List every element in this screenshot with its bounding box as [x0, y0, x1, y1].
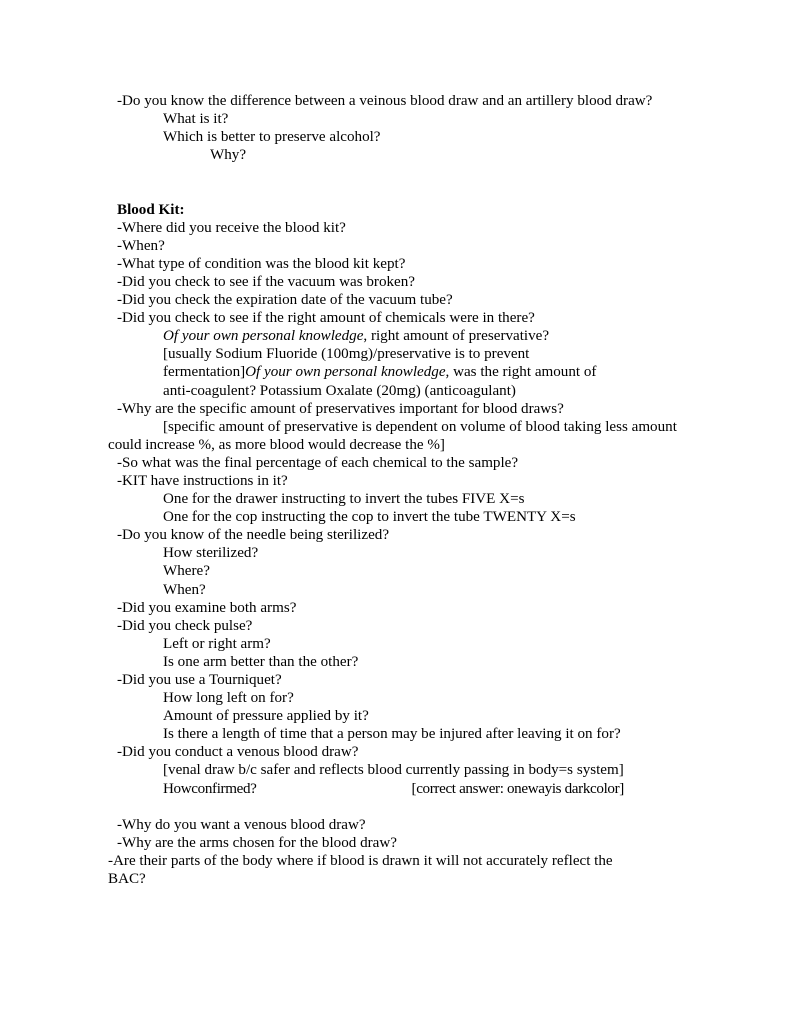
- question-sub-line: How sterilized?: [163, 545, 259, 562]
- roman-phrase: fermentation]: [163, 364, 246, 381]
- question-line: -So what was the final percentage of eac…: [117, 454, 519, 471]
- section-heading-text: Blood Kit:: [117, 201, 185, 218]
- question-line: -Did you conduct a venous blood draw?: [117, 744, 359, 761]
- question-line: -Did you use a Tourniquet?: [117, 672, 282, 688]
- document-page: -Do you know the difference between a ve…: [0, 0, 791, 1024]
- question-line: -What type of condition was the blood ki…: [117, 255, 406, 272]
- question-line: -Why do you want a venous blood draw?: [117, 816, 366, 833]
- bracketed-note: [venal draw b/c safer and reflects blood…: [163, 762, 624, 779]
- bracketed-note: [specific amount of preservative is depe…: [108, 418, 681, 453]
- document-text-body: -Do you know the difference between a ve…: [108, 92, 678, 888]
- chemicals-note-line: anti-coagulent? Potassium Oxalate (20mg)…: [163, 382, 516, 399]
- question-sub-line: Is one arm better than the other?: [163, 653, 359, 670]
- question-line: -Do you know of the needle being sterili…: [117, 527, 390, 544]
- question-line: -Did you examine both arms?: [117, 599, 297, 616]
- question-line: BAC?: [108, 871, 146, 888]
- chemicals-note-line: [usually Sodium Fluoride (100mg)/preserv…: [163, 346, 530, 363]
- chemicals-note-line: fermentation]Of your own personal knowle…: [163, 363, 678, 381]
- question-line: -Where did you receive the blood kit?: [117, 219, 346, 236]
- italic-phrase: Of your own personal knowledge: [245, 364, 446, 381]
- confirmation-label: Howconfirmed?: [163, 780, 257, 797]
- chemicals-note-line: Of your own personal knowledge, right am…: [163, 327, 678, 345]
- roman-phrase: , right amount of preservative?: [363, 328, 550, 345]
- roman-phrase: , was the right amount of: [445, 364, 597, 381]
- question-line: -Did you check pulse?: [117, 617, 253, 634]
- section-heading: Blood Kit:: [117, 201, 678, 219]
- question-sub-line: When?: [163, 581, 206, 598]
- question-line: -Did you check to see if the vacuum was …: [117, 273, 415, 290]
- question-sub-line: What is it?: [163, 111, 229, 128]
- question-sub-line: Why?: [210, 147, 247, 164]
- instruction-line: One for the cop instructing the cop to i…: [163, 509, 576, 526]
- instruction-line: One for the drawer instructing to invert…: [163, 491, 525, 508]
- question-sub-line: Where?: [163, 563, 210, 580]
- question-line: -Why are the specific amount of preserva…: [117, 400, 564, 417]
- confirmation-line: Howconfirmed? [correct answer: onewayis d…: [163, 780, 678, 798]
- italic-phrase: Of your own personal knowledge: [163, 328, 364, 345]
- question-line: -Did you check to see if the right amoun…: [117, 310, 535, 327]
- question-line: -KIT have instructions in it?: [117, 472, 288, 489]
- confirmation-answer: [correct answer: onewayis darkcolor]: [411, 780, 625, 797]
- question-line: -When?: [117, 237, 165, 254]
- question-line: -Do you know the difference between a ve…: [117, 93, 653, 109]
- question-sub-line: How long left on for?: [163, 690, 294, 707]
- question-sub-line: Left or right arm?: [163, 635, 271, 652]
- question-sub-line: Which is better to preserve alcohol?: [163, 129, 381, 146]
- question-sub-line: Is there a length of time that a person …: [163, 726, 621, 743]
- question-line: -Why are the arms chosen for the blood d…: [117, 834, 397, 851]
- question-line: -Are their parts of the body where if bl…: [108, 852, 613, 869]
- question-line: -Did you check the expiration date of th…: [117, 292, 453, 309]
- question-sub-line: Amount of pressure applied by it?: [163, 708, 369, 725]
